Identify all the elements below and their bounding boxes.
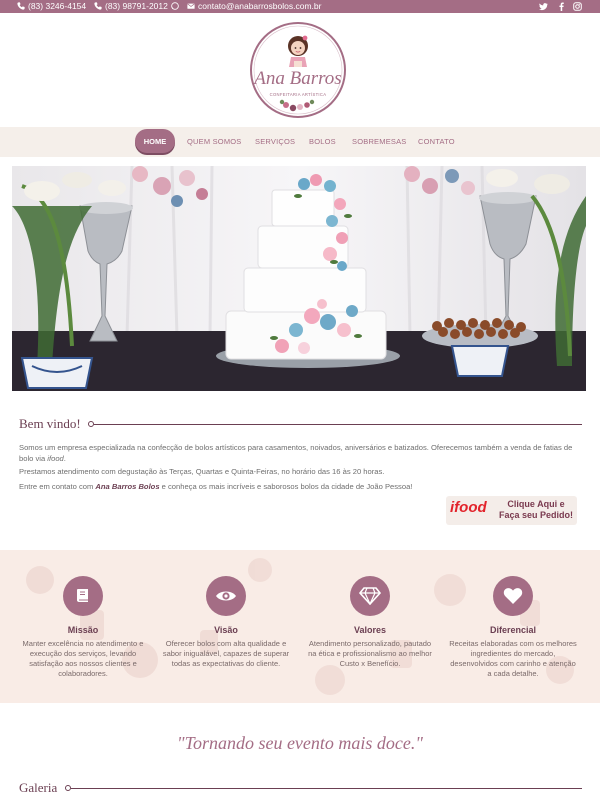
nav-services[interactable]: SERVIÇOS <box>255 137 295 146</box>
facebook-icon[interactable] <box>557 2 566 11</box>
feature-mission: Missão Manter excelência no atendimento … <box>18 576 148 679</box>
hero-cake-image <box>12 166 586 391</box>
logo-name: Ana Barros <box>254 68 342 89</box>
nav-cakes[interactable]: BOLOS <box>309 137 336 146</box>
logo-tagline: CONFEITARIA ARTÍSTICA <box>269 92 327 97</box>
feature-desc: Manter excelência no atendimento e execu… <box>22 639 144 678</box>
phone1-item[interactable]: (83) 3246-4154 <box>17 1 86 11</box>
feature-differential: Diferencial Receitas elaboradas com os m… <box>448 576 578 679</box>
feature-title: Diferencial <box>489 625 537 635</box>
diamond-icon <box>350 576 390 616</box>
book-icon <box>63 576 103 616</box>
phone-icon <box>17 2 25 10</box>
ifood-order-button[interactable]: ifood Clique Aqui e Faça seu Pedido! <box>446 496 577 525</box>
phone1-text: (83) 3246-4154 <box>28 1 87 11</box>
feature-values: Valores Atendimento personalizado, pauta… <box>305 576 435 669</box>
welcome-paragraph-1: Somos um empresa especializada na confec… <box>19 443 581 464</box>
feature-title: Valores <box>353 625 387 635</box>
whatsapp-icon <box>171 2 179 10</box>
email-text: contato@anabarrosbolos.com.br <box>198 1 322 11</box>
welcome-heading: Bem vindo! <box>19 416 81 431</box>
welcome-p1-emphasis: ifood <box>47 453 64 463</box>
ifood-cta-line2: Faça seu Pedido! <box>498 510 574 520</box>
ifood-cta-line1: Clique Aqui e <box>507 499 565 509</box>
eye-icon <box>206 576 246 616</box>
welcome-paragraph-3: Entre em contato com Ana Barros Bolos e … <box>19 482 581 493</box>
gallery-heading: Galeria <box>19 780 58 795</box>
feature-desc: Receitas elaboradas com os melhores ingr… <box>449 639 577 678</box>
main-nav: HOME QUEM SOMOS SERVIÇOS BOLOS SOBREMESA… <box>0 127 600 157</box>
ifood-logo: ifood <box>450 499 487 516</box>
feature-vision: Visão Oferecer bolos com alta qualidade … <box>161 576 291 669</box>
phone-icon <box>94 2 102 10</box>
welcome-p3-a: Entre em contato com <box>19 482 96 491</box>
heart-icon <box>493 576 533 616</box>
email-item[interactable]: contato@anabarrosbolos.com.br <box>187 1 321 11</box>
welcome-p3-brand: Ana Barros Bolos <box>95 482 160 491</box>
feature-desc: Atendimento personalizado, pautado na ét… <box>308 639 432 668</box>
phone2-text: (83) 98791-2012 <box>105 1 168 11</box>
nav-desserts[interactable]: SOBREMESAS <box>352 137 407 146</box>
ifood-cta: Clique Aqui e Faça seu Pedido! <box>496 499 576 521</box>
feature-desc: Oferecer bolos com alta qualidade e sabo… <box>162 639 290 668</box>
feature-title: Visão <box>214 625 238 635</box>
nav-contact[interactable]: CONTATO <box>418 137 455 146</box>
twitter-icon[interactable] <box>539 2 548 11</box>
welcome-p1-end: . <box>63 453 66 463</box>
feature-title: Missão <box>67 625 99 635</box>
nav-home[interactable]: HOME <box>135 129 175 153</box>
nav-about[interactable]: QUEM SOMOS <box>187 137 242 146</box>
heading-rule <box>94 424 582 425</box>
instagram-icon[interactable] <box>573 2 582 11</box>
heading-rule <box>71 788 582 789</box>
top-contact-bar: (83) 3246-4154 (83) 98791-2012 contato@a… <box>0 0 600 13</box>
site-logo[interactable]: Ana Barros CONFEITARIA ARTÍSTICA <box>249 21 347 119</box>
welcome-p3-c: e conheça os mais incríveis e saborosos … <box>159 482 413 491</box>
welcome-p1-text: Somos um empresa especializada na confec… <box>19 443 573 463</box>
phone2-item[interactable]: (83) 98791-2012 <box>94 1 179 11</box>
envelope-icon <box>187 3 195 9</box>
welcome-paragraph-2: Prestamos atendimento com degustação às … <box>19 467 385 476</box>
tagline-quote: "Tornando seu evento mais doce." <box>177 733 423 753</box>
